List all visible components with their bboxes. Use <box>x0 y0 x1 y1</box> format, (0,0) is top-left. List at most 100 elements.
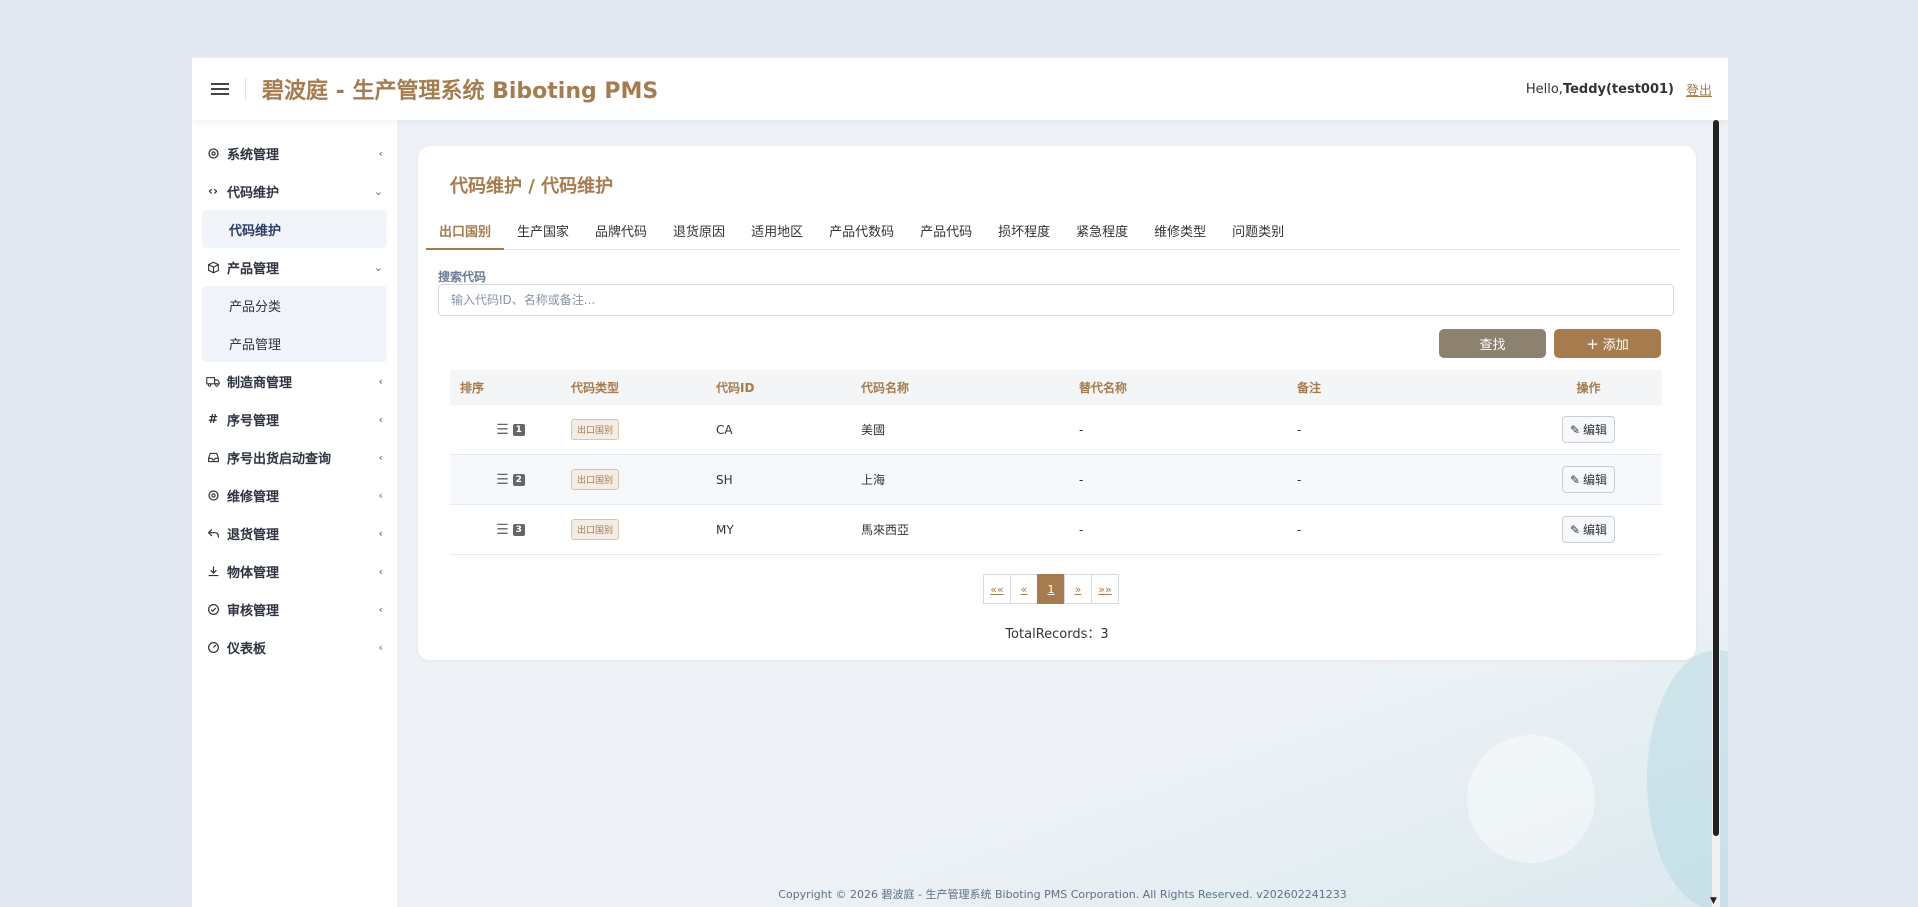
prev-page-button[interactable]: « <box>1010 574 1038 604</box>
logout-link[interactable]: 登出 <box>1686 80 1712 99</box>
alt-name-cell: - <box>1079 522 1084 537</box>
chevron-left-icon: ‹ <box>378 412 383 426</box>
total-records: TotalRecords：3 <box>1005 627 1109 642</box>
sidebar-item-label: 产品管理 <box>227 261 280 277</box>
column-header[interactable]: 排序 <box>450 379 571 396</box>
sidebar-subitem-product-management[interactable]: 产品管理 <box>202 324 387 362</box>
check-circle-icon <box>206 602 220 616</box>
action-cell: ✎ 编辑 <box>1515 416 1662 443</box>
pencil-icon: ✎ <box>1569 422 1581 437</box>
sidebar-item-label: 序号管理 <box>227 413 280 429</box>
sidebar-subitem-product-category[interactable]: 产品分类 <box>202 286 387 324</box>
tab-return-reason[interactable]: 退货原因 <box>660 220 738 250</box>
truck-icon <box>206 374 220 388</box>
user-area: Hello,Teddy(test001) 登出 <box>1526 80 1712 99</box>
sidebar-item-serial[interactable]: # 序号管理 ‹ <box>192 400 397 438</box>
column-header[interactable]: 代码名称 <box>861 379 1079 396</box>
sidebar-item-label: 物体管理 <box>227 565 280 581</box>
dashboard-icon <box>206 640 220 654</box>
chevron-left-icon: ‹ <box>378 146 383 160</box>
order-cell: ☰ 1 <box>450 422 571 438</box>
tab-product-code[interactable]: 产品代码 <box>907 220 985 250</box>
sidebar-item-product[interactable]: 产品管理 ⌄ <box>192 248 397 286</box>
next-page-button[interactable]: » <box>1064 574 1092 604</box>
tab-damage-level[interactable]: 损坏程度 <box>985 220 1063 250</box>
top-bar: 碧波庭 - 生产管理系统 Biboting PMS Hello,Teddy(te… <box>192 58 1728 120</box>
note-cell: - <box>1297 422 1302 437</box>
tab-urgency[interactable]: 紧急程度 <box>1063 220 1141 250</box>
pencil-icon: ✎ <box>1569 472 1581 487</box>
edit-button[interactable]: ✎ 编辑 <box>1561 416 1616 443</box>
code-name-cell: 美國 <box>861 423 886 437</box>
order-badge: 2 <box>512 473 525 486</box>
gear-icon <box>206 488 220 502</box>
column-header[interactable]: 备注 <box>1297 379 1515 396</box>
drag-handle-icon[interactable]: ☰ <box>496 522 509 538</box>
drag-handle-icon[interactable]: ☰ <box>496 422 509 438</box>
sidebar-item-label: 制造商管理 <box>227 375 293 391</box>
tab-region[interactable]: 适用地区 <box>738 220 816 250</box>
sidebar-item-repair[interactable]: 维修管理 ‹ <box>192 476 397 514</box>
alt-name-cell: - <box>1079 422 1084 437</box>
find-button[interactable]: 查找 <box>1439 329 1546 358</box>
user-greeting: Hello,Teddy(test001) <box>1526 82 1674 97</box>
note-cell: - <box>1297 522 1302 537</box>
tab-bar: 出口国别 生产国家 品牌代码 退货原因 适用地区 产品代数码 产品代码 损坏程度… <box>426 220 1680 250</box>
type-cell: 出口国别 <box>571 519 716 540</box>
edit-button[interactable]: ✎ 编辑 <box>1561 466 1616 493</box>
inbox-icon <box>206 450 220 464</box>
scroll-down-arrow-icon[interactable]: ▼ <box>1710 896 1717 906</box>
add-button[interactable]: + 添加 <box>1554 329 1661 358</box>
drag-handle-icon[interactable]: ☰ <box>496 472 509 488</box>
scrollbar-thumb[interactable] <box>1713 120 1719 836</box>
order-badge: 3 <box>512 523 525 536</box>
code-name-cell: 馬來西亞 <box>861 523 910 537</box>
sub-menu-code: 代码维护 <box>202 210 387 248</box>
sidebar-item-return[interactable]: 退货管理 ‹ <box>192 514 397 552</box>
tab-product-gen-code[interactable]: 产品代数码 <box>816 220 907 250</box>
chevron-left-icon: ‹ <box>378 640 383 654</box>
table-row: ☰ 3 出口国别 MY 馬來西亞 - - ✎ 编辑 <box>450 505 1662 555</box>
tab-issue-category[interactable]: 问题类别 <box>1219 220 1297 250</box>
sidebar-subitem-code-maintenance[interactable]: 代码维护 <box>202 210 387 248</box>
tab-production-country[interactable]: 生产国家 <box>504 220 582 250</box>
tab-brand-code[interactable]: 品牌代码 <box>582 220 660 250</box>
column-header[interactable]: 代码类型 <box>571 379 716 396</box>
sidebar-item-system[interactable]: 系统管理 ‹ <box>192 134 397 172</box>
code-id-cell: SH <box>716 472 733 487</box>
first-page-button[interactable]: «« <box>983 574 1011 604</box>
plus-icon: + <box>1586 334 1599 353</box>
sidebar-item-serial-shipment[interactable]: 序号出货启动查询 ‹ <box>192 438 397 476</box>
menu-toggle-icon[interactable] <box>211 80 229 98</box>
search-input[interactable] <box>438 284 1674 316</box>
code-icon: ‹› <box>208 184 218 198</box>
code-name-cell: 上海 <box>861 473 886 487</box>
tab-repair-type[interactable]: 维修类型 <box>1141 220 1219 250</box>
hash-icon: # <box>207 412 219 426</box>
user-name: Teddy(test001) <box>1562 81 1674 97</box>
sidebar-item-label: 仪表板 <box>227 641 267 657</box>
code-table: 排序 代码类型 代码ID 代码名称 替代名称 备注 操作 ☰ 1 出口国别 CA … <box>450 370 1662 555</box>
pagination: «« « 1 » »» <box>983 574 1119 604</box>
last-page-button[interactable]: »» <box>1091 574 1119 604</box>
sidebar-item-code[interactable]: ‹› 代码维护 ⌄ <box>192 172 397 210</box>
edit-button[interactable]: ✎ 编辑 <box>1561 516 1616 543</box>
page-button-current[interactable]: 1 <box>1037 574 1065 604</box>
type-cell: 出口国别 <box>571 419 716 440</box>
sidebar-item-object[interactable]: 物体管理 ‹ <box>192 552 397 590</box>
page-title: 代码维护 / 代码维护 <box>450 176 614 197</box>
tab-export-country[interactable]: 出口国别 <box>426 220 505 250</box>
edit-button-label: 编辑 <box>1583 473 1608 487</box>
column-header[interactable]: 代码ID <box>716 379 861 396</box>
sidebar-item-dashboard[interactable]: 仪表板 ‹ <box>192 628 397 666</box>
order-cell: ☰ 3 <box>450 522 571 538</box>
sidebar-item-manufacturer[interactable]: 制造商管理 ‹ <box>192 362 397 400</box>
edit-button-label: 编辑 <box>1583 423 1608 437</box>
column-header[interactable]: 替代名称 <box>1079 379 1297 396</box>
table-row: ☰ 2 出口国别 SH 上海 - - ✎ 编辑 <box>450 455 1662 505</box>
return-icon <box>206 526 220 540</box>
chevron-left-icon: ‹ <box>378 450 383 464</box>
sidebar-item-label: 维修管理 <box>227 489 280 505</box>
code-id-cell: CA <box>716 422 733 437</box>
sidebar-item-audit[interactable]: 审核管理 ‹ <box>192 590 397 628</box>
